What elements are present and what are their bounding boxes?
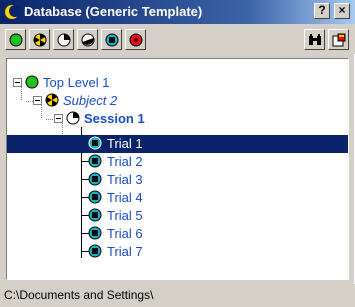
tree-node-trial[interactable]: Trial 1 [7, 135, 348, 153]
collapse-toggle[interactable] [13, 78, 22, 87]
status-path: C:\Documents and Settings\ [4, 288, 154, 302]
tree-node-top-level[interactable]: Top Level 1 [13, 74, 213, 92]
find-button[interactable] [304, 29, 325, 50]
add-top-level-button[interactable] [5, 29, 26, 50]
tree-node-label: Trial 1 [105, 135, 145, 152]
green-circle-icon [9, 33, 23, 47]
tree-node-trial[interactable]: Trial 6 [88, 225, 238, 243]
subject-icon [33, 33, 47, 47]
split-circle-icon [81, 33, 95, 47]
tree-node-trial[interactable]: Trial 2 [88, 153, 238, 171]
trial-icon [88, 208, 102, 222]
tree-node-label: Trial 5 [107, 208, 143, 223]
tree-node-label: Trial 7 [107, 244, 143, 259]
tree-node-trial[interactable]: Trial 7 [88, 243, 238, 261]
tree-node-label: Session 1 [84, 111, 145, 126]
tree-node-label: Trial 4 [107, 190, 143, 205]
tree-node-label: Trial 2 [107, 154, 143, 169]
status-bar: C:\Documents and Settings\ [0, 284, 355, 307]
record-button[interactable] [125, 29, 146, 50]
add-session-button[interactable] [53, 29, 74, 50]
toolbar [0, 24, 355, 54]
red-record-icon [129, 33, 143, 47]
trial-icon [88, 190, 102, 204]
database-window: Database (Generic Template) ? × Top Leve… [0, 0, 355, 307]
database-tree[interactable]: Top Level 1 Subject 2 Session 1 Trial 1 … [6, 58, 349, 280]
close-button[interactable]: × [334, 3, 350, 19]
trial-icon [88, 244, 102, 258]
add-subject-button[interactable] [29, 29, 50, 50]
tree-node-subject[interactable]: Subject 2 [33, 92, 233, 110]
tree-node-trial[interactable]: Trial 3 [88, 171, 238, 189]
tree-node-label: Top Level 1 [43, 75, 110, 90]
tree-node-label: Trial 3 [107, 172, 143, 187]
green-circle-icon [25, 75, 39, 89]
subject-icon [45, 93, 59, 107]
add-trial-button[interactable] [101, 29, 122, 50]
session-icon [66, 111, 80, 125]
trial-icon [88, 226, 102, 240]
help-button[interactable]: ? [314, 3, 330, 19]
title-bar[interactable]: Database (Generic Template) ? × [0, 0, 355, 24]
session-icon [57, 33, 71, 47]
tree-node-trial[interactable]: Trial 4 [88, 189, 238, 207]
collapse-toggle[interactable] [54, 114, 63, 123]
window-title: Database (Generic Template) [24, 4, 203, 19]
add-split-button[interactable] [77, 29, 98, 50]
binoculars-icon [309, 34, 321, 45]
trial-icon [105, 33, 119, 47]
properties-button[interactable] [328, 29, 349, 50]
tree-node-trial[interactable]: Trial 5 [88, 207, 238, 225]
selection-highlight [7, 135, 348, 153]
properties-icon [332, 33, 346, 47]
app-moon-icon [5, 5, 20, 19]
tree-node-session[interactable]: Session 1 [54, 110, 254, 128]
tree-node-label: Subject 2 [63, 93, 118, 108]
trial-icon [88, 154, 102, 168]
collapse-toggle[interactable] [33, 96, 42, 105]
trial-icon [88, 136, 102, 150]
tree-node-label: Trial 6 [107, 226, 143, 241]
trial-icon [88, 172, 102, 186]
